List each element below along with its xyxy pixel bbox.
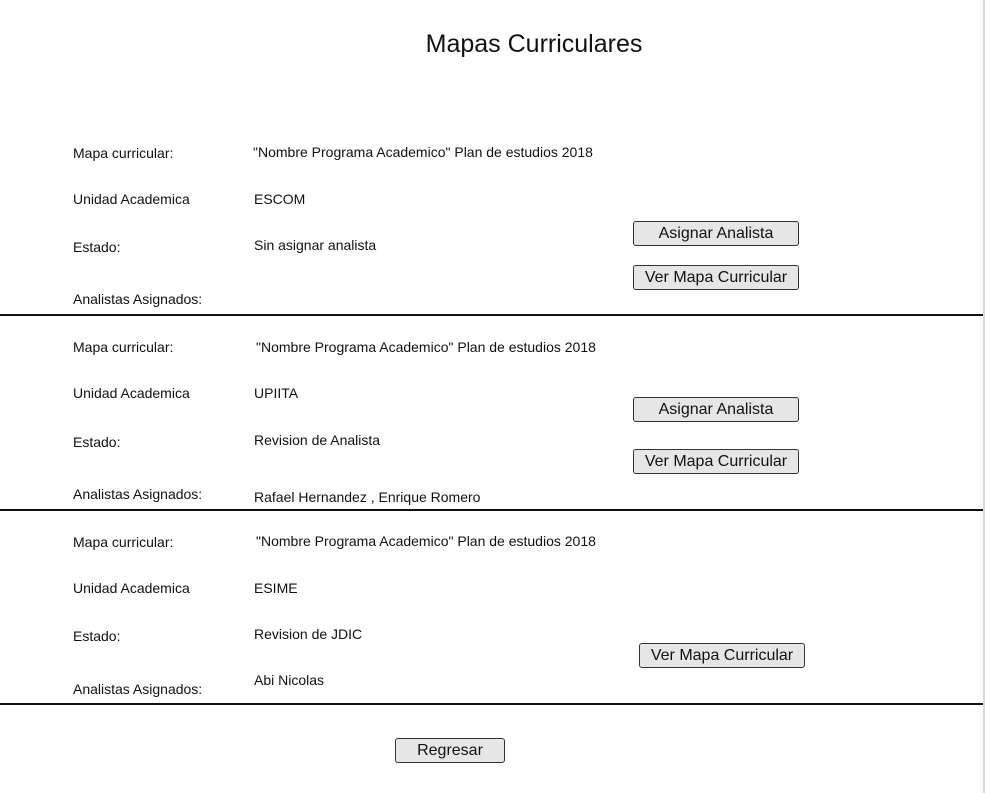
estado-value: Revision de JDIC — [254, 626, 363, 642]
estado-label: Estado: — [73, 628, 121, 644]
estado-value: Sin asignar analista — [254, 237, 377, 253]
view-map-button[interactable]: Ver Mapa Curricular — [633, 265, 799, 290]
unidad-value: UPIITA — [254, 385, 299, 401]
assign-analyst-button[interactable]: Asignar Analista — [633, 397, 799, 422]
unidad-label: Unidad Academica — [73, 385, 190, 401]
back-button[interactable]: Regresar — [395, 738, 505, 763]
estado-value: Revision de Analista — [254, 432, 381, 448]
record-divider — [0, 314, 983, 316]
page: Mapas Curriculares Mapa curricular: "Nom… — [0, 0, 985, 793]
page-title: Mapas Curriculares — [425, 30, 643, 58]
view-map-button[interactable]: Ver Mapa Curricular — [639, 643, 805, 668]
mapa-value: "Nombre Programa Academico" Plan de estu… — [253, 144, 593, 160]
record-divider — [0, 509, 983, 511]
analistas-label: Analistas Asignados: — [73, 681, 203, 697]
mapa-value: "Nombre Programa Academico" Plan de estu… — [256, 339, 596, 355]
view-map-button[interactable]: Ver Mapa Curricular — [633, 449, 799, 474]
estado-label: Estado: — [73, 239, 121, 255]
mapa-label: Mapa curricular: — [73, 145, 174, 161]
assign-analyst-button[interactable]: Asignar Analista — [633, 221, 799, 246]
unidad-label: Unidad Academica — [73, 580, 190, 596]
unidad-label: Unidad Academica — [73, 191, 190, 207]
unidad-value: ESCOM — [254, 191, 306, 207]
estado-label: Estado: — [73, 434, 121, 450]
mapa-value: "Nombre Programa Academico" Plan de estu… — [256, 533, 596, 549]
analistas-value: Abi Nicolas — [254, 672, 325, 688]
unidad-value: ESIME — [254, 580, 298, 596]
analistas-label: Analistas Asignados: — [73, 486, 203, 502]
mapa-label: Mapa curricular: — [73, 339, 174, 355]
analistas-value: Rafael Hernandez , Enrique Romero — [254, 489, 481, 505]
mapa-label: Mapa curricular: — [73, 534, 174, 550]
record-divider — [0, 703, 983, 705]
analistas-label: Analistas Asignados: — [73, 291, 203, 307]
